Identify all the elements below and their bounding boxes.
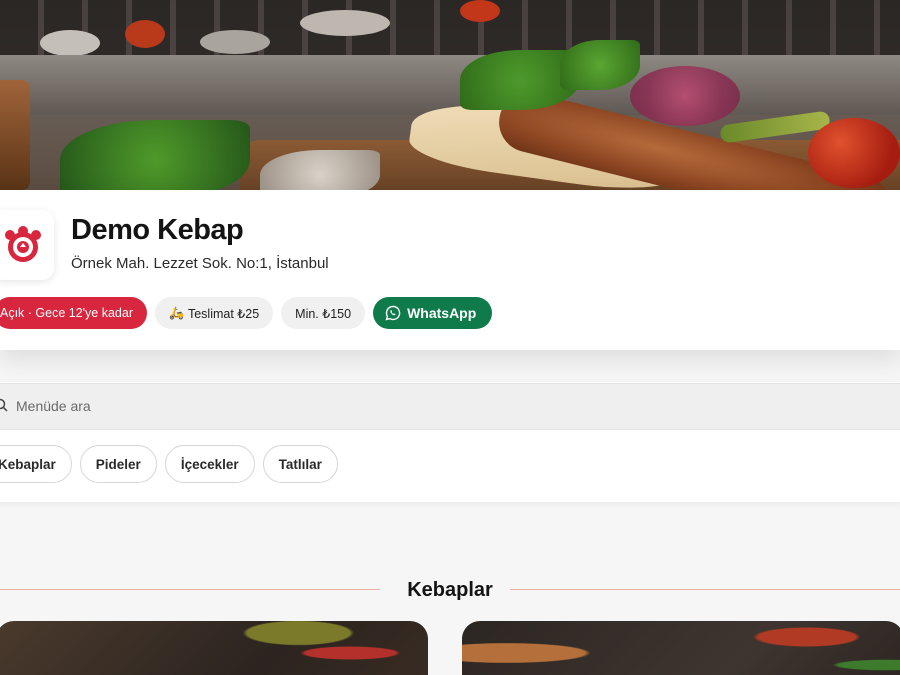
section-header: Kebaplar — [0, 576, 900, 604]
minimum-order-chip: Min. ₺150 — [281, 297, 366, 329]
whatsapp-button[interactable]: WhatsApp — [373, 297, 493, 329]
delivery-fee-label: Teslimat ₺25 — [187, 306, 260, 321]
category-tab-icecekler[interactable]: İçecekler — [164, 445, 255, 483]
info-chips: Açık · Gece 12'ye kadar 🛵 Teslimat ₺25 M… — [0, 297, 493, 329]
grilled-tomato — [808, 118, 900, 188]
open-status-badge: Açık · Gece 12'ye kadar — [0, 297, 148, 329]
grill-steel — [0, 55, 900, 115]
parsley-garnish — [560, 40, 640, 90]
coal-decoration — [40, 30, 100, 56]
search-input[interactable] — [0, 383, 900, 430]
menu-item-card[interactable] — [0, 621, 428, 675]
menu-item-card[interactable] — [462, 621, 900, 675]
coal-decoration — [200, 30, 270, 54]
hero-image — [0, 0, 900, 200]
category-tab-kebaplar[interactable]: Kebaplar — [0, 445, 72, 483]
whatsapp-label: WhatsApp — [407, 305, 477, 321]
restaurant-name: Demo Kebap — [71, 214, 244, 246]
onion-salad — [630, 66, 740, 126]
ember-decoration — [460, 0, 500, 22]
delivery-fee-chip: 🛵 Teslimat ₺25 — [155, 297, 274, 329]
search-icon[interactable] — [0, 398, 8, 412]
parsley-garnish — [60, 120, 250, 200]
category-tabs: Kebaplar Pideler İçecekler Tatlılar — [0, 445, 338, 483]
category-tab-pideler[interactable]: Pideler — [79, 445, 157, 483]
restaurant-address: Örnek Mah. Lezzet Sok. No:1, İstanbul — [71, 255, 329, 272]
restaurant-logo-icon — [0, 210, 54, 280]
search-placeholder: Menüde ara — [16, 398, 91, 414]
category-tab-tatlilar[interactable]: Tatlılar — [262, 445, 338, 483]
coal-decoration — [300, 10, 390, 36]
ember-decoration — [125, 20, 165, 48]
scooter-icon: 🛵 — [169, 306, 184, 320]
clay-pot — [0, 80, 30, 190]
whatsapp-icon — [385, 305, 401, 321]
section-title: Kebaplar — [407, 579, 493, 601]
